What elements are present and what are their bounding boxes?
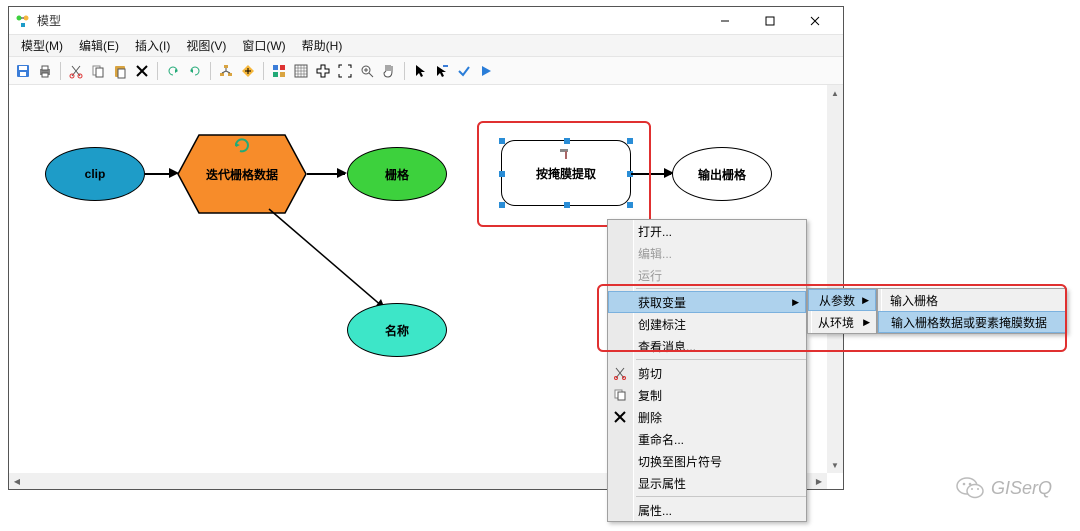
app-icon <box>15 13 31 29</box>
menu-insert[interactable]: 插入(I) <box>127 35 178 56</box>
node-iterate[interactable]: 迭代栅格数据 <box>177 134 307 214</box>
param-input-raster[interactable]: 输入栅格 <box>878 289 1066 311</box>
edge <box>267 207 397 317</box>
ctx-cut[interactable]: 剪切 <box>608 362 806 384</box>
node-label: 栅格 <box>385 166 409 183</box>
node-output[interactable]: 输出栅格 <box>672 147 772 201</box>
node-clip[interactable]: clip <box>45 147 145 201</box>
hammer-icon <box>558 145 574 161</box>
scroll-down-icon[interactable]: ▼ <box>827 457 843 473</box>
ctx-properties[interactable]: 属性... <box>608 499 806 521</box>
param-input-mask[interactable]: 输入栅格数据或要素掩膜数据 <box>878 311 1066 333</box>
menu-model[interactable]: 模型(M) <box>13 35 71 56</box>
close-button[interactable] <box>792 8 837 34</box>
add-icon[interactable] <box>238 61 258 81</box>
paste-icon[interactable] <box>110 61 130 81</box>
grid2-icon[interactable] <box>291 61 311 81</box>
menu-edit[interactable]: 编辑(E) <box>71 35 127 56</box>
scroll-right-icon[interactable]: ▶ <box>811 473 827 489</box>
copy-icon[interactable] <box>88 61 108 81</box>
ctx-switch-symbol[interactable]: 切换至图片符号 <box>608 450 806 472</box>
copy-icon <box>612 387 628 403</box>
node-extract[interactable]: 按掩膜提取 <box>501 140 631 206</box>
zoom-in-icon[interactable] <box>357 61 377 81</box>
validate-icon[interactable] <box>454 61 474 81</box>
ctx-copy[interactable]: 复制 <box>608 384 806 406</box>
wechat-icon <box>955 473 985 503</box>
node-name[interactable]: 名称 <box>347 303 447 357</box>
arrow-head-icon <box>169 168 179 178</box>
node-label: 输出栅格 <box>698 166 746 183</box>
delete-icon[interactable] <box>132 61 152 81</box>
pan-icon[interactable] <box>379 61 399 81</box>
menu-view[interactable]: 视图(V) <box>178 35 234 56</box>
save-icon[interactable] <box>13 61 33 81</box>
submenu-arrow-icon: ▶ <box>863 317 870 328</box>
submenu-arrow-icon: ▶ <box>792 297 799 308</box>
submenu-param: 输入栅格 输入栅格数据或要素掩膜数据 <box>877 288 1067 334</box>
toolbar <box>9 57 843 85</box>
arrow-head-icon <box>337 168 347 178</box>
maximize-button[interactable] <box>747 8 792 34</box>
submenu-from-param[interactable]: 从参数▶ <box>808 289 876 311</box>
ctx-rename[interactable]: 重命名... <box>608 428 806 450</box>
menu-bar: 模型(M) 编辑(E) 插入(I) 视图(V) 窗口(W) 帮助(H) <box>9 35 843 57</box>
context-menu: 打开... 编辑... 运行 获取变量▶ 创建标注 查看消息... 剪切 复制 … <box>607 219 807 522</box>
node-label: clip <box>85 167 106 181</box>
watermark-text: GISerQ <box>991 478 1052 499</box>
scrollbar-vertical[interactable]: ▲ ▼ <box>827 85 843 473</box>
fullscreen-icon[interactable] <box>335 61 355 81</box>
ctx-open[interactable]: 打开... <box>608 220 806 242</box>
undo-icon[interactable] <box>163 61 183 81</box>
window-title: 模型 <box>37 12 702 29</box>
ctx-run: 运行 <box>608 264 806 286</box>
minimize-button[interactable] <box>702 8 747 34</box>
redo-icon[interactable] <box>185 61 205 81</box>
node-label: 按掩膜提取 <box>536 165 596 182</box>
scroll-up-icon[interactable]: ▲ <box>827 85 843 101</box>
grid1-icon[interactable] <box>269 61 289 81</box>
cross-icon[interactable] <box>313 61 333 81</box>
watermark: GISerQ <box>955 473 1052 503</box>
pointer-icon[interactable] <box>410 61 430 81</box>
loop-icon <box>232 138 252 154</box>
ctx-edit: 编辑... <box>608 242 806 264</box>
scroll-left-icon[interactable]: ◀ <box>9 473 25 489</box>
title-bar: 模型 <box>9 7 843 35</box>
cut-icon <box>612 365 628 381</box>
cut-icon[interactable] <box>66 61 86 81</box>
submenu-from-env[interactable]: 从环境▶ <box>808 311 876 333</box>
menu-window[interactable]: 窗口(W) <box>234 35 293 56</box>
ctx-create-label[interactable]: 创建标注 <box>608 313 806 335</box>
ctx-delete[interactable]: 删除 <box>608 406 806 428</box>
run-icon[interactable] <box>476 61 496 81</box>
ctx-get-variable[interactable]: 获取变量▶ <box>608 291 806 313</box>
ctx-show-properties[interactable]: 显示属性 <box>608 472 806 494</box>
delete-icon <box>612 409 628 425</box>
submenu-source: 从参数▶ 从环境▶ <box>807 288 877 334</box>
menu-help[interactable]: 帮助(H) <box>294 35 351 56</box>
node-raster[interactable]: 栅格 <box>347 147 447 201</box>
submenu-arrow-icon: ▶ <box>862 295 869 306</box>
node-label: 名称 <box>385 322 409 339</box>
connect-icon[interactable] <box>432 61 452 81</box>
ctx-view-messages[interactable]: 查看消息... <box>608 335 806 357</box>
print-icon[interactable] <box>35 61 55 81</box>
autolayout-icon[interactable] <box>216 61 236 81</box>
